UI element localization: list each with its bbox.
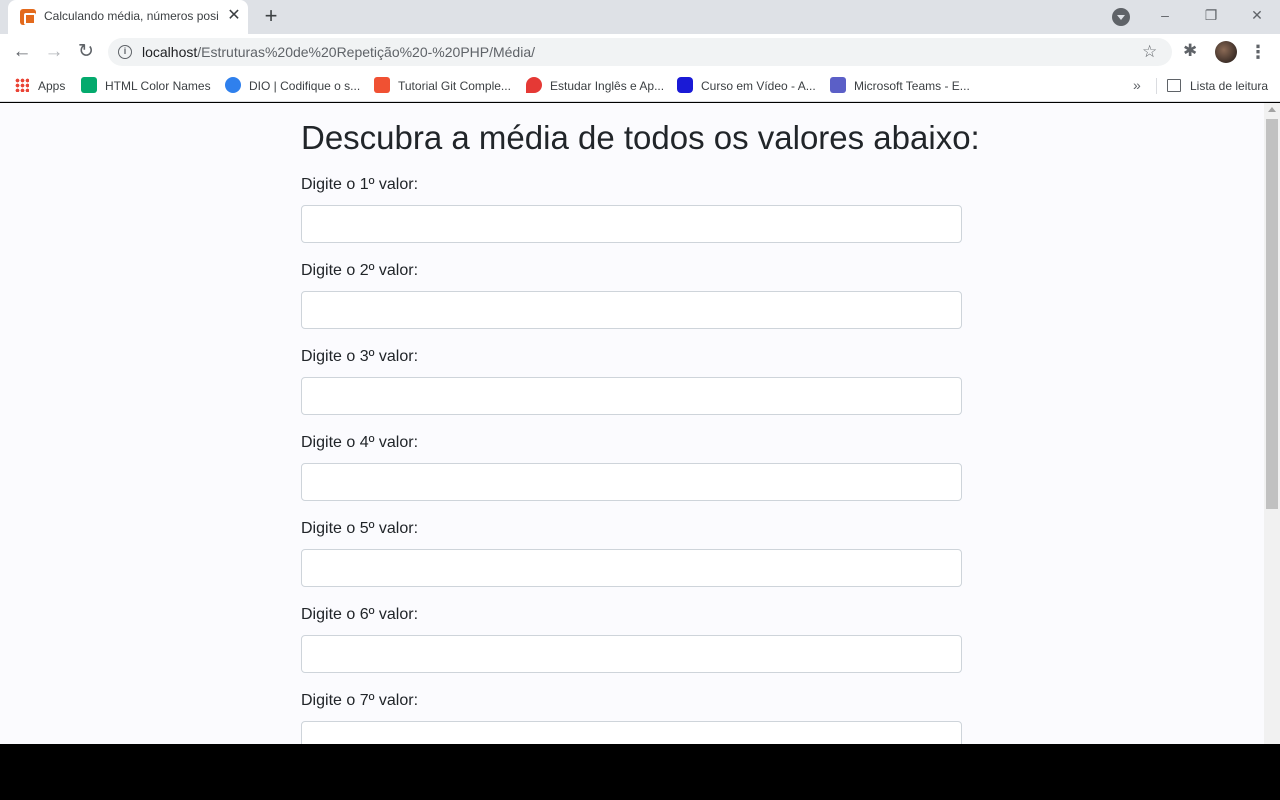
dio-icon [225, 77, 241, 93]
tab-strip: Calculando média, números posi ✕ + – ❐ ✕ [0, 0, 1280, 34]
reload-button[interactable]: ↻ [73, 39, 99, 65]
url-path: /Estruturas%20de%20Repetição%20-%20PHP/M… [197, 44, 536, 60]
value-input-7[interactable] [301, 721, 962, 744]
pin-icon [526, 77, 542, 93]
bookmarks-divider [1156, 78, 1157, 94]
scroll-up-arrow-icon[interactable] [1268, 107, 1276, 112]
profile-avatar[interactable] [1215, 41, 1237, 63]
bookmark-microsoft-teams[interactable]: Microsoft Teams - E... [830, 77, 970, 95]
back-button[interactable]: ← [9, 39, 35, 65]
value-label-6: Digite o 6º valor: [301, 606, 419, 623]
screen-bottom-bar [0, 744, 1280, 800]
bookmark-dio[interactable]: DIO | Codifique o s... [225, 77, 360, 95]
value-label-7: Digite o 7º valor: [301, 692, 419, 709]
restore-button[interactable]: ❐ [1196, 4, 1226, 26]
bookmark-apps[interactable]: Apps [15, 77, 65, 95]
teams-icon [830, 77, 846, 93]
value-input-6[interactable] [301, 635, 962, 673]
git-icon [374, 77, 390, 93]
reading-list-label: Lista de leitura [1190, 79, 1269, 93]
page-viewport: Descubra a média de todos os valores aba… [0, 103, 1264, 744]
site-info-icon[interactable]: i [118, 45, 132, 59]
new-tab-button[interactable]: + [258, 4, 284, 30]
bookmark-star-icon[interactable]: ☆ [1142, 42, 1157, 62]
bookmarks-bar: Apps HTML Color Names DIO | Codifique o … [0, 70, 1280, 102]
forward-button[interactable]: → [41, 39, 67, 65]
tab-title: Calculando média, números posi [44, 9, 219, 23]
extensions-puzzle-icon[interactable]: ✱ [1183, 41, 1197, 61]
value-input-5[interactable] [301, 549, 962, 587]
bookmark-estudar-ingles[interactable]: Estudar Inglês e Ap... [526, 77, 664, 95]
value-input-2[interactable] [301, 291, 962, 329]
value-label-3: Digite o 3º valor: [301, 348, 419, 365]
close-window-button[interactable]: ✕ [1242, 4, 1272, 26]
tab-close-icon[interactable]: ✕ [226, 7, 242, 25]
bookmark-label: Estudar Inglês e Ap... [550, 79, 665, 93]
page-title: Descubra a média de todos os valores aba… [301, 119, 980, 156]
bookmarks-overflow-icon[interactable]: » [1133, 77, 1141, 93]
value-label-1: Digite o 1º valor: [301, 176, 419, 193]
browser-menu-icon[interactable]: ⋮ [1248, 40, 1268, 64]
bookmark-label: Tutorial Git Comple... [398, 79, 511, 93]
reading-list-icon [1167, 79, 1181, 92]
bookmark-html-color-names[interactable]: HTML Color Names [81, 77, 211, 95]
value-input-3[interactable] [301, 377, 962, 415]
bookmark-label: Microsoft Teams - E... [854, 79, 970, 93]
reading-list-button[interactable]: Lista de leitura [1167, 77, 1268, 95]
minimize-button[interactable]: – [1150, 4, 1180, 26]
url-host: localhost [142, 44, 198, 60]
scrollbar-thumb[interactable] [1266, 119, 1278, 509]
value-label-4: Digite o 4º valor: [301, 434, 419, 451]
page-scrollbar[interactable] [1264, 103, 1280, 744]
bookmark-label: HTML Color Names [105, 79, 211, 93]
bookmark-label: Apps [38, 79, 66, 93]
value-input-4[interactable] [301, 463, 962, 501]
url-text[interactable]: localhost/Estruturas%20de%20Repetição%20… [142, 44, 535, 60]
tab-search-icon[interactable] [1112, 8, 1130, 26]
bookmark-tutorial-git[interactable]: Tutorial Git Comple... [374, 77, 511, 95]
address-bar[interactable]: i localhost/Estruturas%20de%20Repetição%… [108, 38, 1172, 66]
value-input-1[interactable] [301, 205, 962, 243]
value-label-5: Digite o 5º valor: [301, 520, 419, 537]
xampp-favicon-icon [20, 9, 36, 25]
browser-toolbar: ← → ↻ i localhost/Estruturas%20de%20Repe… [0, 34, 1280, 70]
bookmark-curso-em-video[interactable]: Curso em Vídeo - A... [677, 77, 816, 95]
bookmark-label: DIO | Codifique o s... [249, 79, 361, 93]
browser-tab-active[interactable]: Calculando média, números posi ✕ [8, 0, 248, 34]
value-label-2: Digite o 2º valor: [301, 262, 419, 279]
video-icon [677, 77, 693, 93]
bookmark-label: Curso em Vídeo - A... [701, 79, 816, 93]
apps-grid-icon [15, 78, 29, 92]
w3-icon [81, 77, 97, 93]
